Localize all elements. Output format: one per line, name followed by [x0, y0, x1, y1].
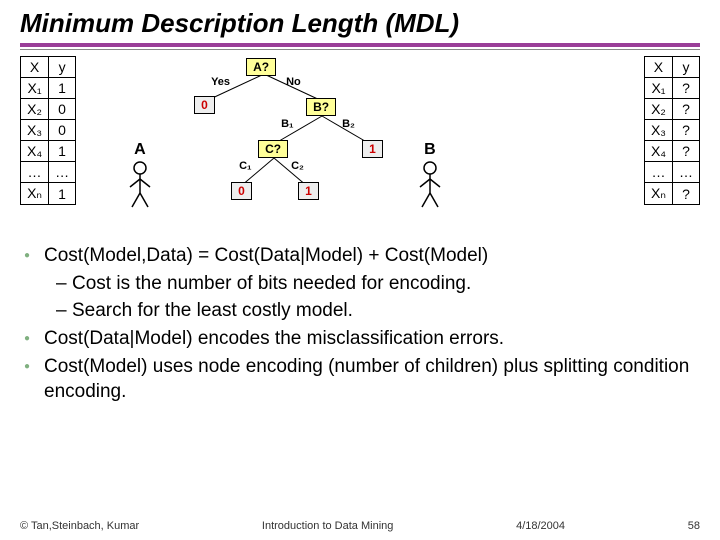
bullet-1b: Search for the least costly model.: [20, 298, 700, 324]
bullet-1: Cost(Model,Data) = Cost(Data|Model) + Co…: [20, 243, 700, 269]
label-a: A: [134, 141, 146, 159]
cell: 0: [49, 120, 76, 141]
cell: X₃: [644, 120, 672, 141]
th: X: [21, 57, 49, 78]
node-c: C?: [258, 140, 288, 158]
cell: ?: [673, 78, 700, 99]
footer-left: © Tan,Steinbach, Kumar: [20, 520, 139, 532]
cell: ?: [673, 183, 700, 205]
cell: Xₙ: [21, 183, 49, 205]
slide-title: Minimum Description Length (MDL): [20, 8, 700, 39]
th: X: [644, 57, 672, 78]
cell: X₂: [21, 99, 49, 120]
cell: X₄: [644, 141, 672, 162]
cell: ?: [673, 141, 700, 162]
cell: …: [673, 162, 700, 183]
cell: X₁: [644, 78, 672, 99]
leaf-1: 1: [362, 140, 383, 158]
cell: ?: [673, 120, 700, 141]
cell: …: [49, 162, 76, 183]
stick-figure-b: [416, 161, 444, 211]
bullet-2: Cost(Data|Model) encodes the misclassifi…: [20, 326, 700, 352]
figure-row: Xy X₁1 X₂0 X₃0 X₄1 …… Xₙ1 A? Yes No 0 B?…: [20, 56, 700, 231]
cell: …: [644, 162, 672, 183]
table-right: Xy X₁? X₂? X₃? X₄? …… Xₙ?: [644, 56, 700, 205]
footer-center: Introduction to Data Mining: [262, 520, 393, 532]
cell: X₃: [21, 120, 49, 141]
cell: X₁: [21, 78, 49, 99]
cell: 1: [49, 78, 76, 99]
cell: X₄: [21, 141, 49, 162]
cell: ?: [673, 99, 700, 120]
edge-b2: B₂: [342, 118, 355, 130]
leaf-0: 0: [194, 96, 215, 114]
cell: 0: [49, 99, 76, 120]
edge-yes: Yes: [211, 76, 230, 88]
node-a: A?: [246, 58, 276, 76]
table-left: Xy X₁1 X₂0 X₃0 X₄1 …… Xₙ1: [20, 56, 76, 205]
node-b: B?: [306, 98, 336, 116]
title-rule: [20, 43, 700, 50]
stick-figure-a: [126, 161, 154, 211]
edge-no: No: [286, 76, 301, 88]
tree-diagram: A? Yes No 0 B? B₁ B₂ C? 1 C₁ C₂ 0 1 A B: [86, 56, 634, 231]
footer-date: 4/18/2004: [516, 520, 565, 532]
footer: © Tan,Steinbach, Kumar Introduction to D…: [20, 520, 700, 532]
bullet-1a: Cost is the number of bits needed for en…: [20, 271, 700, 297]
th: y: [673, 57, 700, 78]
leaf-1b: 1: [298, 182, 319, 200]
footer-page: 58: [688, 520, 700, 532]
th: y: [49, 57, 76, 78]
leaf-0b: 0: [231, 182, 252, 200]
cell: …: [21, 162, 49, 183]
bullet-3: Cost(Model) uses node encoding (number o…: [20, 354, 700, 405]
label-b: B: [424, 141, 436, 159]
edge-b1: B₁: [281, 118, 294, 130]
cell: 1: [49, 141, 76, 162]
edge-c1: C₁: [239, 160, 252, 172]
edge-c2: C₂: [291, 160, 304, 172]
cell: X₂: [644, 99, 672, 120]
bullet-list: Cost(Model,Data) = Cost(Data|Model) + Co…: [20, 243, 700, 405]
cell: Xₙ: [644, 183, 672, 205]
cell: 1: [49, 183, 76, 205]
